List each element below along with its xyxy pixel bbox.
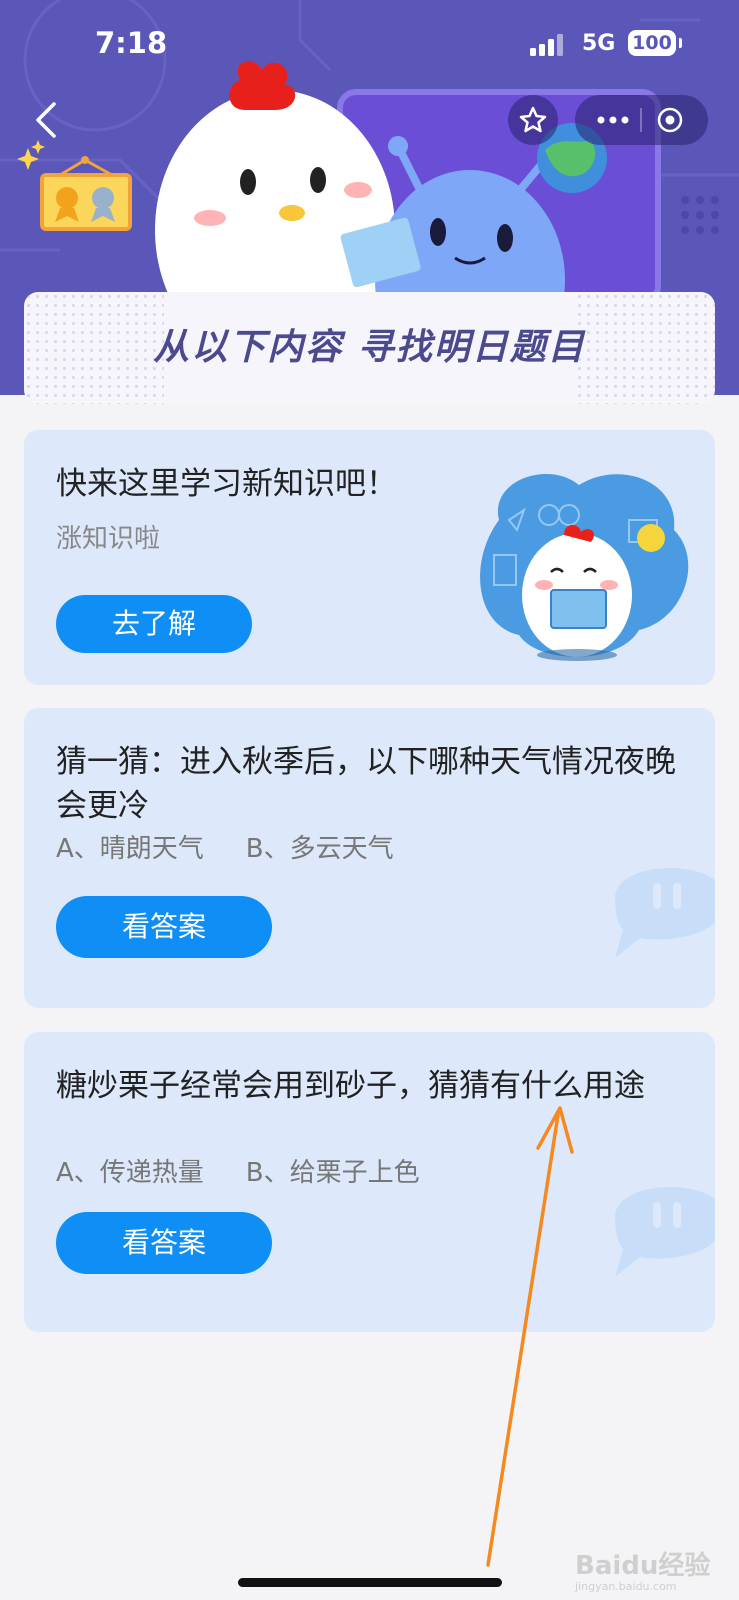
signal-icon [530, 34, 563, 56]
network-type: 5G [582, 31, 616, 56]
baidu-watermark: Baidu经验 jingyan.baidu.com [575, 1545, 710, 1593]
reading-chick-illustration [480, 473, 689, 661]
option-b: B、给栗子上色 [245, 1158, 420, 1188]
back-icon[interactable] [30, 100, 66, 140]
question-options: A、传递热量 B、给栗子上色 [56, 1152, 462, 1189]
watermark-brand: Baidu经验 [575, 1551, 711, 1581]
view-answer-button[interactable]: 看答案 [56, 896, 272, 958]
status-bar: 7:18 5G 100 [0, 0, 739, 80]
battery-indicator: 100 [628, 30, 676, 56]
mini-program-capsule [575, 95, 708, 145]
star-icon [519, 106, 547, 133]
chat-bubble-icon [615, 868, 715, 958]
chat-bubble-icon [615, 1187, 715, 1277]
status-time: 7:18 [95, 26, 168, 60]
battery-tip [679, 38, 682, 48]
question-card: 猜一猜：进入秋季后，以下哪种天气情况夜晚会更冷 A、晴朗天气 B、多云天气 看答案 [24, 708, 715, 1008]
option-b: B、多云天气 [245, 834, 394, 864]
question-text: 猜一猜：进入秋季后，以下哪种天气情况夜晚会更冷 [56, 744, 676, 824]
favorite-button[interactable] [508, 95, 558, 145]
learn-more-button[interactable]: 去了解 [56, 595, 252, 653]
section-title-card: 从以下内容 寻找明日题目 [24, 292, 715, 404]
medal-icon [17, 140, 132, 231]
question-card: 糖炒栗子经常会用到砂子，猜猜有什么用途 A、传递热量 B、给栗子上色 看答案 [24, 1032, 715, 1332]
home-indicator[interactable] [238, 1578, 502, 1587]
more-icon[interactable] [597, 116, 629, 124]
option-a: A、晴朗天气 [56, 834, 204, 864]
question-text: 糖炒栗子经常会用到砂子，猜猜有什么用途 [56, 1068, 645, 1104]
option-a: A、传递热量 [56, 1158, 204, 1188]
watermark-url: jingyan.baidu.com [575, 1580, 677, 1593]
section-title: 从以下内容 寻找明日题目 [153, 327, 586, 368]
question-options: A、晴朗天气 B、多云天气 [56, 828, 436, 865]
promo-subtitle: 涨知识啦 [56, 524, 161, 554]
promo-card[interactable]: 快来这里学习新知识吧！ 涨知识啦 去了解 [24, 430, 715, 685]
close-target-icon[interactable] [657, 107, 683, 133]
view-answer-button[interactable]: 看答案 [56, 1212, 272, 1274]
